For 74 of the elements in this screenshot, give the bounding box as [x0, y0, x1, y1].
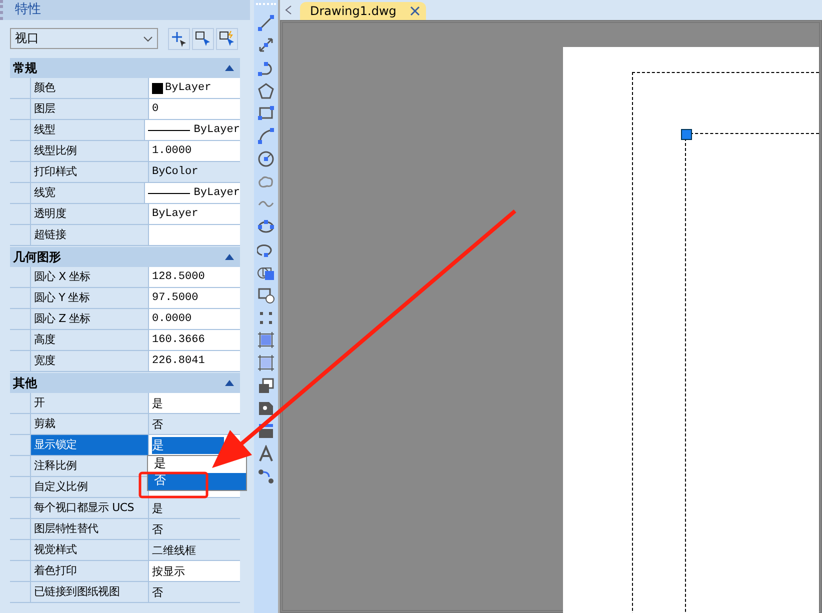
property-value[interactable]: 0 — [149, 99, 240, 119]
property-value[interactable]: 226.8041 — [149, 351, 240, 371]
region-tool-icon[interactable] — [257, 399, 275, 418]
value-text: ByLayer — [194, 124, 240, 136]
grad-tool-icon[interactable] — [257, 354, 275, 372]
dim-tool-icon[interactable] — [257, 36, 275, 54]
section-title: 几何图形 — [13, 248, 61, 266]
value-text: 97.5000 — [152, 292, 198, 304]
grip-handle[interactable] — [681, 129, 692, 140]
chevron-down-icon[interactable] — [143, 36, 153, 42]
value-text: 0 — [152, 103, 159, 115]
arc-tool-icon[interactable] — [257, 127, 275, 146]
property-value[interactable]: ByLayer — [149, 204, 240, 224]
section-header[interactable]: 其他 — [10, 373, 240, 393]
rect-tool-icon[interactable] — [257, 104, 275, 122]
value-text: 128.5000 — [152, 271, 205, 283]
table-tool-icon[interactable] — [257, 422, 275, 440]
line-tool-icon[interactable] — [257, 14, 275, 32]
dropdown-value[interactable]: 是 — [152, 436, 224, 454]
section-header[interactable]: 几何图形 — [10, 247, 240, 267]
color-swatch — [152, 82, 163, 94]
value-text: ByLayer — [165, 82, 212, 94]
value-text: ByLayer — [194, 187, 240, 199]
value-text: 160.3666 — [152, 334, 205, 346]
property-value[interactable]: 0.0000 — [149, 309, 240, 329]
property-value[interactable]: ByLayer — [149, 78, 240, 98]
value-text: ByLayer — [152, 208, 198, 220]
window-select-icon[interactable] — [192, 28, 214, 50]
dropdown-option[interactable]: 否 — [148, 473, 246, 490]
property-value[interactable]: 97.5000 — [149, 288, 240, 308]
value-text: ByColor — [152, 166, 198, 178]
property-value[interactable]: 1.0000 — [149, 141, 240, 161]
collapse-icon[interactable] — [225, 65, 234, 71]
object-type-dropdown[interactable]: 视口 — [10, 28, 158, 49]
property-label[interactable]: 注释比例 — [30, 456, 149, 476]
property-value[interactable]: 128.5000 — [149, 267, 240, 287]
panel-title: 特性 — [0, 0, 250, 20]
property-value[interactable]: 按显示 — [149, 561, 240, 581]
property-value[interactable]: 是 — [149, 393, 240, 413]
circle-tool-icon[interactable] — [257, 150, 275, 168]
value-text: 二维线框 — [152, 544, 196, 558]
property-value[interactable]: ByLayer — [144, 183, 240, 203]
highlight-box — [138, 472, 208, 498]
value-text: 否 — [152, 524, 163, 536]
scroll-left-icon[interactable] — [284, 5, 292, 15]
select-objects-icon[interactable] — [168, 28, 190, 50]
value-text: 否 — [152, 418, 163, 432]
linetype-sample — [148, 192, 190, 194]
value-text: 1.0000 — [152, 145, 192, 157]
value-text: 按显示 — [152, 565, 185, 578]
quick-select-icon[interactable] — [216, 28, 238, 50]
value-text: 226.8041 — [152, 355, 205, 367]
dropdown-option[interactable]: 是 — [148, 456, 246, 473]
value-text: 是 — [152, 502, 163, 516]
text-tool-icon[interactable] — [257, 444, 275, 463]
hatch-tool-icon[interactable] — [257, 331, 275, 350]
move-tool-icon[interactable] — [257, 467, 275, 486]
property-value[interactable]: 160.3666 — [149, 330, 240, 350]
arc3-tool-icon[interactable] — [257, 59, 275, 78]
property-label[interactable]: 显示锁定 — [30, 435, 149, 455]
copy-tool-icon[interactable] — [257, 376, 275, 395]
value-text: 0.0000 — [152, 313, 192, 325]
section-header[interactable]: 常规 — [10, 58, 240, 78]
collapse-icon[interactable] — [225, 254, 234, 260]
property-value[interactable]: ByLayer — [144, 120, 240, 140]
collapse-icon[interactable] — [225, 380, 234, 386]
insert-tool-icon[interactable] — [257, 286, 275, 304]
close-icon[interactable] — [410, 6, 420, 16]
value-text: 否 — [152, 586, 163, 600]
section-title: 其他 — [13, 374, 37, 392]
poly-tool-icon[interactable] — [257, 82, 275, 100]
drawing-tab[interactable]: Drawing1.dwg — [300, 2, 426, 20]
section-title: 常规 — [13, 60, 37, 76]
value-text: 是 — [152, 397, 163, 410]
